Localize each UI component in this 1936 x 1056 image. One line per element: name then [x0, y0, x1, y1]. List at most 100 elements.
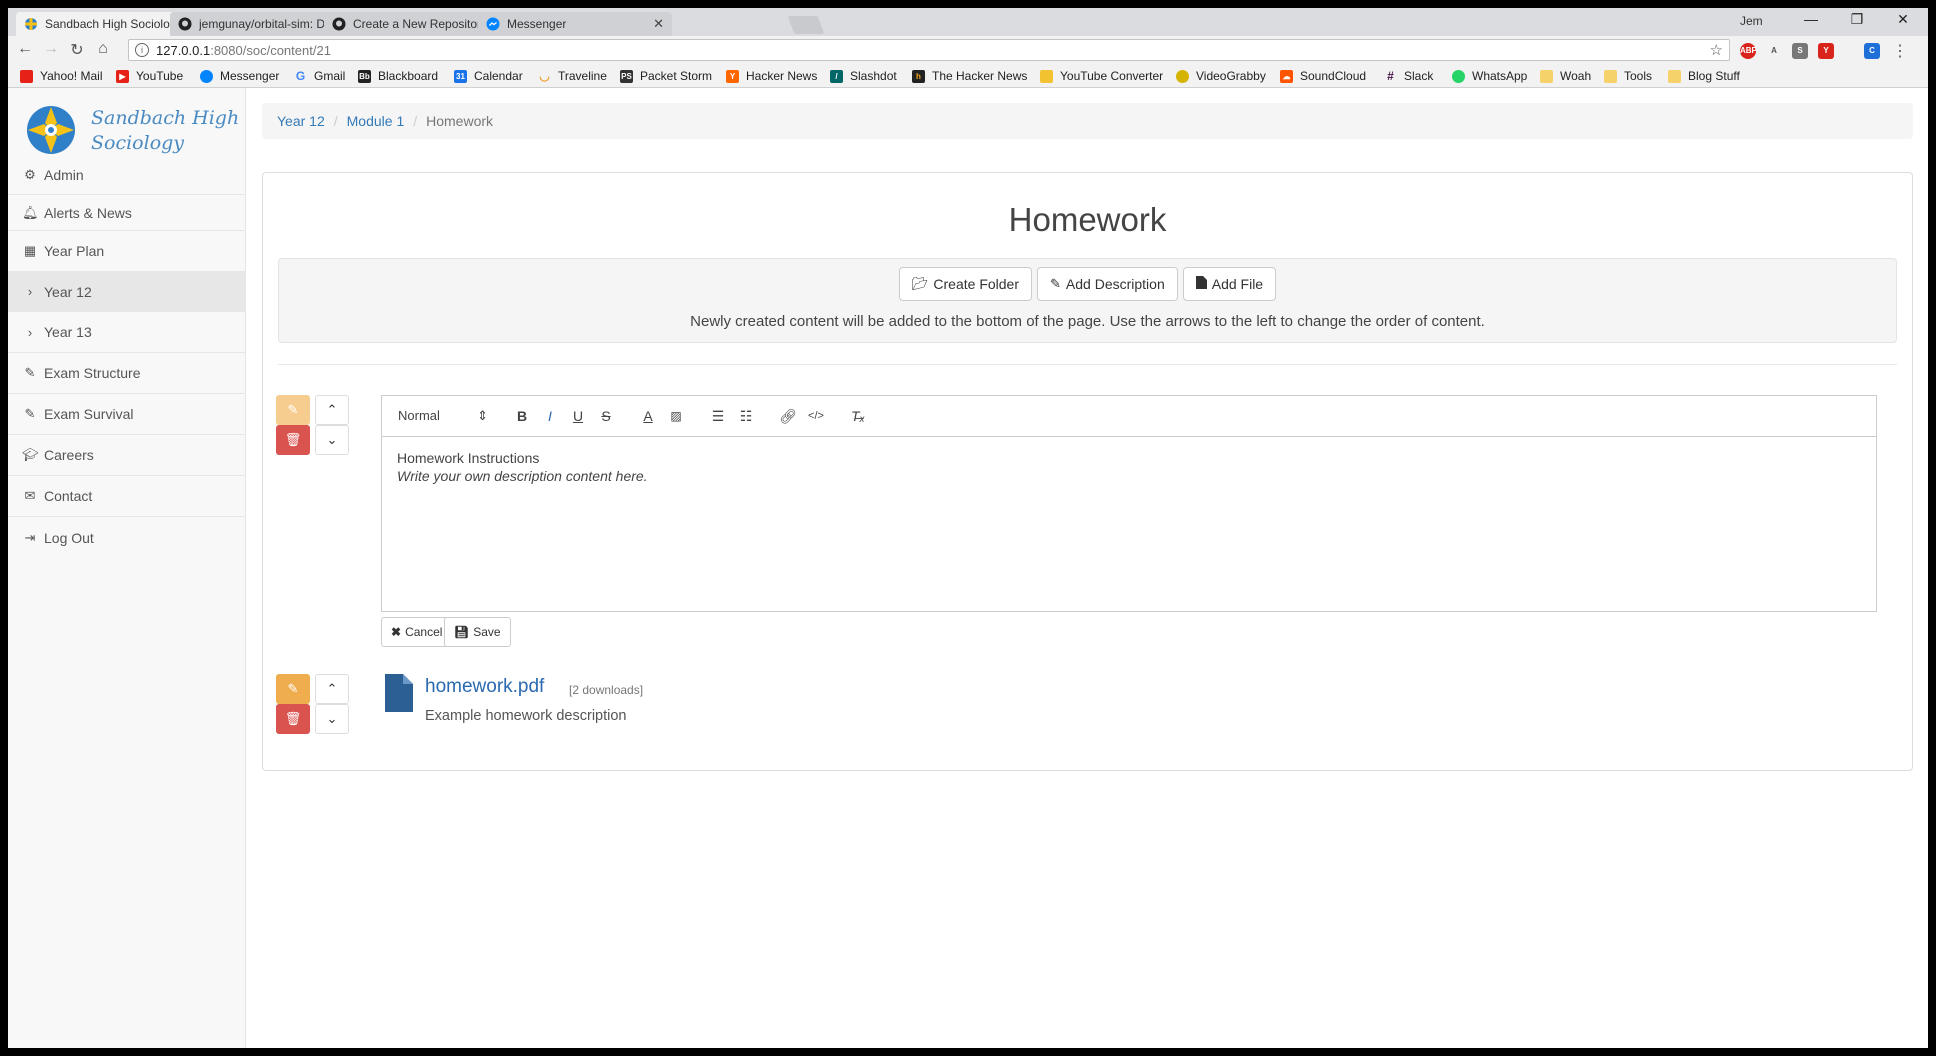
create-folder-button[interactable]: 📂︎ Create Folder [898, 267, 1032, 301]
address-bar[interactable]: i 127.0.0.1 :8080/soc/content/21 ☆ [128, 39, 1730, 61]
bookmark-whatsapp[interactable]: WhatsApp [1452, 69, 1527, 83]
sidebar-item-year-13[interactable]: › Year 13 [8, 312, 246, 353]
bookmark-hacker-news[interactable]: Y Hacker News [726, 69, 817, 83]
trash-icon: 🗑︎ [284, 711, 302, 726]
edit-icon: ✎ [287, 681, 299, 696]
sidebar-item-year-plan[interactable]: ▦ Year Plan [8, 231, 246, 272]
adblock-icon[interactable]: ABP [1740, 43, 1757, 59]
save-button[interactable]: 💾︎ Save [444, 617, 511, 647]
bookmarks-bar: Yahoo! Mail ▶ YouTube Messenger G Gmail Bb… [8, 64, 1928, 88]
bookmark-slack[interactable]: # Slack [1384, 69, 1433, 83]
bookmark-folder-blog-stuff[interactable]: Blog Stuff [1668, 69, 1740, 83]
move-down-button[interactable]: ⌄ [315, 704, 349, 734]
pencil-icon: ✎ [24, 365, 36, 380]
extension-c-icon[interactable]: C [1864, 43, 1880, 59]
breadcrumb-module-1[interactable]: Module 1 [347, 113, 405, 129]
edit-button[interactable]: ✎ [276, 395, 310, 425]
cancel-button[interactable]: ✖ Cancel [381, 617, 453, 647]
extension-y-icon[interactable]: Y [1818, 43, 1834, 59]
restore-icon[interactable]: ❐ [1834, 11, 1880, 28]
sidebar-item-label: Year 12 [44, 283, 92, 300]
github-icon [332, 17, 346, 31]
bookmark-star-icon[interactable]: ☆ [1710, 41, 1723, 59]
sidebar-item-careers[interactable]: 🎓︎ Careers [8, 435, 246, 476]
minimize-icon[interactable]: — [1788, 11, 1834, 27]
add-file-button[interactable]: Add File [1182, 267, 1277, 301]
bookmark-videograbby[interactable]: VideoGrabby [1176, 69, 1266, 83]
calendar-icon: ▦ [23, 243, 37, 258]
window-close-icon[interactable]: ✕ [1880, 11, 1926, 28]
strike-icon[interactable]: S [592, 408, 620, 424]
bullet-list-icon[interactable]: ☷ [732, 408, 760, 425]
new-tab-button[interactable] [787, 16, 825, 34]
delete-button[interactable]: 🗑︎ [276, 704, 310, 734]
move-up-button[interactable]: ⌃ [315, 674, 349, 704]
bookmark-yahoo-mail[interactable]: Yahoo! Mail [20, 69, 102, 83]
site-logo[interactable] [26, 105, 76, 155]
bookmark-folder-woah[interactable]: Woah [1540, 69, 1591, 83]
text-color-icon[interactable]: A [634, 408, 662, 424]
graduation-cap-icon: 🎓︎ [22, 447, 39, 462]
forward-icon[interactable]: → [40, 40, 62, 58]
bookmark-the-hacker-news[interactable]: h The Hacker News [912, 69, 1027, 83]
close-icon[interactable]: ✕ [653, 16, 664, 32]
sidebar-item-log-out[interactable]: ⇥ Log Out [8, 517, 246, 559]
bookmark-gmail[interactable]: G Gmail [294, 69, 346, 83]
sidebar-item-exam-survival[interactable]: ✎ Exam Survival [8, 394, 246, 435]
bookmark-traveline[interactable]: ◡ Traveline [538, 69, 607, 83]
move-up-button[interactable]: ⌃ [315, 395, 349, 425]
converter-icon [1040, 69, 1053, 83]
link-icon[interactable]: 🔗︎ [774, 408, 802, 425]
add-description-button[interactable]: ✎ Add Description [1037, 267, 1178, 301]
extension-s-icon[interactable]: S [1792, 43, 1808, 59]
underline-icon[interactable]: U [564, 408, 592, 424]
format-select[interactable]: Normal ⇕ [398, 408, 488, 424]
breadcrumb-separator: / [413, 113, 418, 129]
bookmark-soundcloud[interactable]: ☁ SoundCloud [1280, 69, 1366, 83]
sidebar-item-exam-structure[interactable]: ✎ Exam Structure [8, 353, 246, 394]
bookmark-packet-storm[interactable]: PS Packet Storm [620, 69, 712, 83]
home-icon[interactable]: ⌂ [92, 40, 114, 58]
the-hacker-news-icon: h [912, 69, 925, 83]
tab-messenger[interactable]: Messenger ✕ [478, 12, 672, 36]
profile-name[interactable]: Jem [1740, 14, 1763, 28]
bookmark-messenger[interactable]: Messenger [200, 69, 279, 83]
sidebar-item-admin[interactable]: ⚙ Admin [8, 155, 246, 195]
messenger-icon [200, 69, 213, 83]
file-link[interactable]: homework.pdf [425, 676, 544, 698]
move-down-button[interactable]: ⌄ [315, 425, 349, 455]
bookmark-youtube[interactable]: ▶ YouTube [116, 69, 183, 83]
italic-icon[interactable]: I [536, 408, 564, 424]
sidebar-item-contact[interactable]: ✉ Contact [8, 476, 246, 517]
translate-icon[interactable]: A [1766, 43, 1782, 59]
actions-well: 📂︎ Create Folder ✎ Add Description Add F… [278, 258, 1897, 343]
bookmark-slashdot[interactable]: / Slashdot [830, 69, 897, 83]
url-path: :8080/soc/content/21 [210, 42, 331, 58]
sidebar-item-label: Year Plan [44, 243, 105, 259]
bold-icon[interactable]: B [508, 408, 536, 424]
brand-line-1: Sandbach High [91, 107, 240, 129]
bookmark-calendar[interactable]: 31 Calendar [454, 69, 523, 83]
browser-menu-icon[interactable]: ⋮ [1892, 41, 1908, 61]
code-icon[interactable]: </> [802, 410, 830, 422]
chevron-down-icon: ⌄ [326, 711, 338, 726]
bookmark-blackboard[interactable]: Bb Blackboard [358, 69, 438, 83]
info-icon[interactable]: i [135, 43, 149, 57]
traveline-icon: ◡ [539, 68, 550, 83]
ordered-list-icon[interactable]: ☰ [704, 408, 732, 425]
editor-content[interactable]: Homework Instructions Write your own des… [382, 437, 1876, 497]
sidebar-item-year-12[interactable]: › Year 12 [8, 272, 246, 312]
back-icon[interactable]: ← [14, 40, 36, 58]
sidebar-item-alerts-news[interactable]: 🔔︎ Alerts & News [8, 195, 246, 231]
sidebar-item-label: Careers [44, 447, 94, 463]
bookmark-folder-tools[interactable]: Tools [1604, 69, 1652, 83]
site-brand[interactable]: Sandbach High Sociology [91, 106, 239, 156]
breadcrumb-year-12[interactable]: Year 12 [277, 113, 325, 129]
clear-formatting-icon[interactable]: T̶ₓ [844, 408, 872, 424]
edit-button[interactable]: ✎ [276, 674, 310, 704]
sidebar-item-label: Contact [44, 488, 93, 504]
background-color-icon[interactable]: ▨ [662, 409, 690, 423]
reload-icon[interactable]: ↻ [66, 40, 88, 60]
bookmark-youtube-converter[interactable]: YouTube Converter [1040, 69, 1163, 83]
delete-button[interactable]: 🗑︎ [276, 425, 310, 455]
